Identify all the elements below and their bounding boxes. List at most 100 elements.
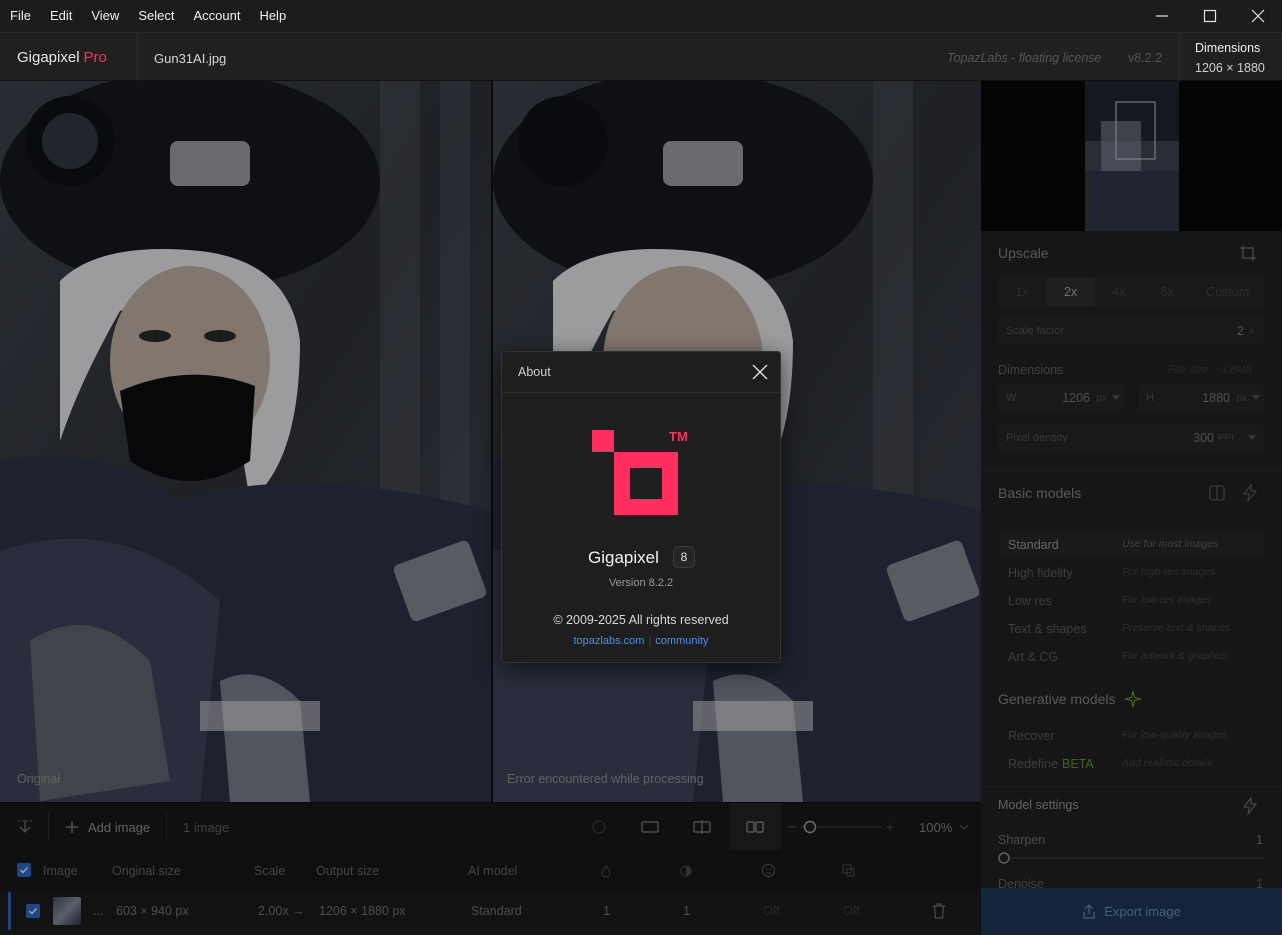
model-low-res[interactable]: Low res For low-res images [1000,587,1264,613]
file-size: File size: ~3.6MB [1168,364,1253,376]
topazlabs-link[interactable]: topazlabs.com [574,635,645,647]
menu-help[interactable]: Help [249,0,295,32]
model-name: High fidelity [1008,566,1073,580]
width-field[interactable]: W 1206 px [998,384,1124,412]
col-scale[interactable]: Scale [254,864,285,878]
row-value-1: 1 [603,904,610,918]
sparkle-icon [1124,690,1142,708]
scale-factor-label: Scale factor [1006,325,1065,337]
original-image-pane[interactable]: Original [0,81,491,802]
about-dialog-header: About [502,352,780,393]
menu-view[interactable]: View [81,0,128,32]
split-view-button[interactable] [692,803,712,851]
model-description: Preserve text & shapes [1122,622,1231,634]
model-high-fidelity[interactable]: High fidelity For high-res images [1000,559,1264,585]
model-art-cg[interactable]: Art & CG For artwork & graphics [1000,643,1264,669]
original-image [0,81,491,802]
scale-6x[interactable]: 6x [1143,277,1191,307]
width-unit: px [1096,393,1107,404]
zoom-slider-track [788,820,894,834]
community-link[interactable]: community [655,635,708,647]
scale-1x[interactable]: 1x [998,277,1046,307]
navigator-preview[interactable] [981,81,1282,231]
contrast-icon [680,865,692,877]
zoom-dropdown[interactable] [958,803,970,851]
single-view-button[interactable] [640,803,660,851]
pixel-density-unit: PPI [1217,433,1234,444]
topaz-logo-icon: TM [592,429,688,515]
settings-panel: Upscale 1x 2x 4x 6x Custom Scale factor … [981,81,1282,935]
width-label: W [1006,392,1017,404]
version-label: v8.2.2 [1128,51,1163,65]
scale-factor-field[interactable]: Scale factor 2 x [998,317,1264,345]
side-by-side-button[interactable] [729,803,781,851]
model-description: Add realistic details [1122,757,1213,769]
sharpen-value: 1 [1256,833,1263,847]
chevron-down-icon [1112,395,1120,400]
scale-custom[interactable]: Custom [1191,277,1264,307]
split-view-icon [693,820,711,834]
scale-factor-unit: x [1249,326,1254,337]
menu-edit[interactable]: Edit [40,0,81,32]
model-description: For low-quality images [1122,729,1228,741]
zoom-slider[interactable] [786,803,896,851]
dimensions-value: 1206 × 1880 [1195,61,1265,75]
model-redefine[interactable]: Redefine BETA Add realistic details [1000,750,1264,776]
row-text-recovery: Off [843,904,860,918]
scale-4x[interactable]: 4x [1095,277,1143,307]
image-table-header: Image Original size Scale Output size AI… [0,850,981,890]
row-checkbox[interactable] [26,904,40,918]
face-recovery-icon [761,863,776,878]
model-text-shapes[interactable]: Text & shapes Preserve text & shapes [1000,615,1264,641]
col-image[interactable]: Image [43,864,78,878]
row-value-2: 1 [683,904,690,918]
drop-icon [601,865,611,878]
bottom-toolbar: Add image 1 image 100% [0,802,981,851]
import-button[interactable] [14,803,36,851]
col-ai-model[interactable]: AI model [468,864,517,878]
scale-2x[interactable]: 2x [1046,277,1095,307]
export-image-button[interactable]: Export image [981,888,1282,935]
about-version: Version 8.2.2 [608,577,674,589]
minimize-button[interactable] [1138,0,1186,32]
minimize-icon [1156,15,1168,17]
row-original-size: 603 × 940 px [116,904,189,918]
compare-models-icon[interactable] [1208,484,1226,502]
model-standard[interactable]: Standard Use for most images [1000,531,1264,557]
text-recovery-icon [842,864,855,877]
crop-icon[interactable] [1239,244,1257,262]
lightning-icon[interactable] [1241,484,1259,502]
basic-models-title: Basic models [998,485,1082,501]
sharpen-slider[interactable] [996,850,1266,866]
delete-button[interactable] [931,902,947,923]
license-label: TopazLabs - floating license [947,51,1102,65]
lightning-icon[interactable] [1241,797,1259,815]
menu-file[interactable]: File [0,0,40,32]
original-caption: Original [17,772,61,786]
col-original-size[interactable]: Original size [112,864,181,878]
pixel-density-field[interactable]: Pixel density 300 PPI [998,424,1264,452]
target-icon [592,820,606,834]
maximize-button[interactable] [1186,0,1234,32]
height-field[interactable]: H 1880 px [1138,384,1264,412]
major-version-badge: 8 [673,546,695,568]
menu-select[interactable]: Select [128,0,183,32]
height-label: H [1146,392,1154,404]
model-name: Text & shapes [1008,622,1087,636]
close-window-button[interactable] [1234,0,1282,32]
about-dialog: About TM Gigapixel 8 Version 8.2.2 © 200… [501,351,781,663]
row-thumbnail [53,897,81,925]
select-all-checkbox[interactable] [17,863,31,877]
col-output-size[interactable]: Output size [316,864,379,878]
pixel-density-label: Pixel density [1006,432,1068,444]
about-close-button[interactable] [750,362,770,382]
zoom-level[interactable]: 100% [919,803,952,851]
export-icon [1083,903,1095,919]
model-recover[interactable]: Recover For low-quality images [1000,722,1264,748]
menu-account[interactable]: Account [183,0,249,32]
face-button[interactable] [590,803,608,851]
model-description: Use for most images [1122,538,1219,550]
table-row[interactable]: ... 603 × 940 px 2,00x → 1206 × 1880 px … [8,892,981,930]
add-image-button[interactable]: Add image [64,803,150,851]
model-description: For low-res images [1122,594,1212,606]
